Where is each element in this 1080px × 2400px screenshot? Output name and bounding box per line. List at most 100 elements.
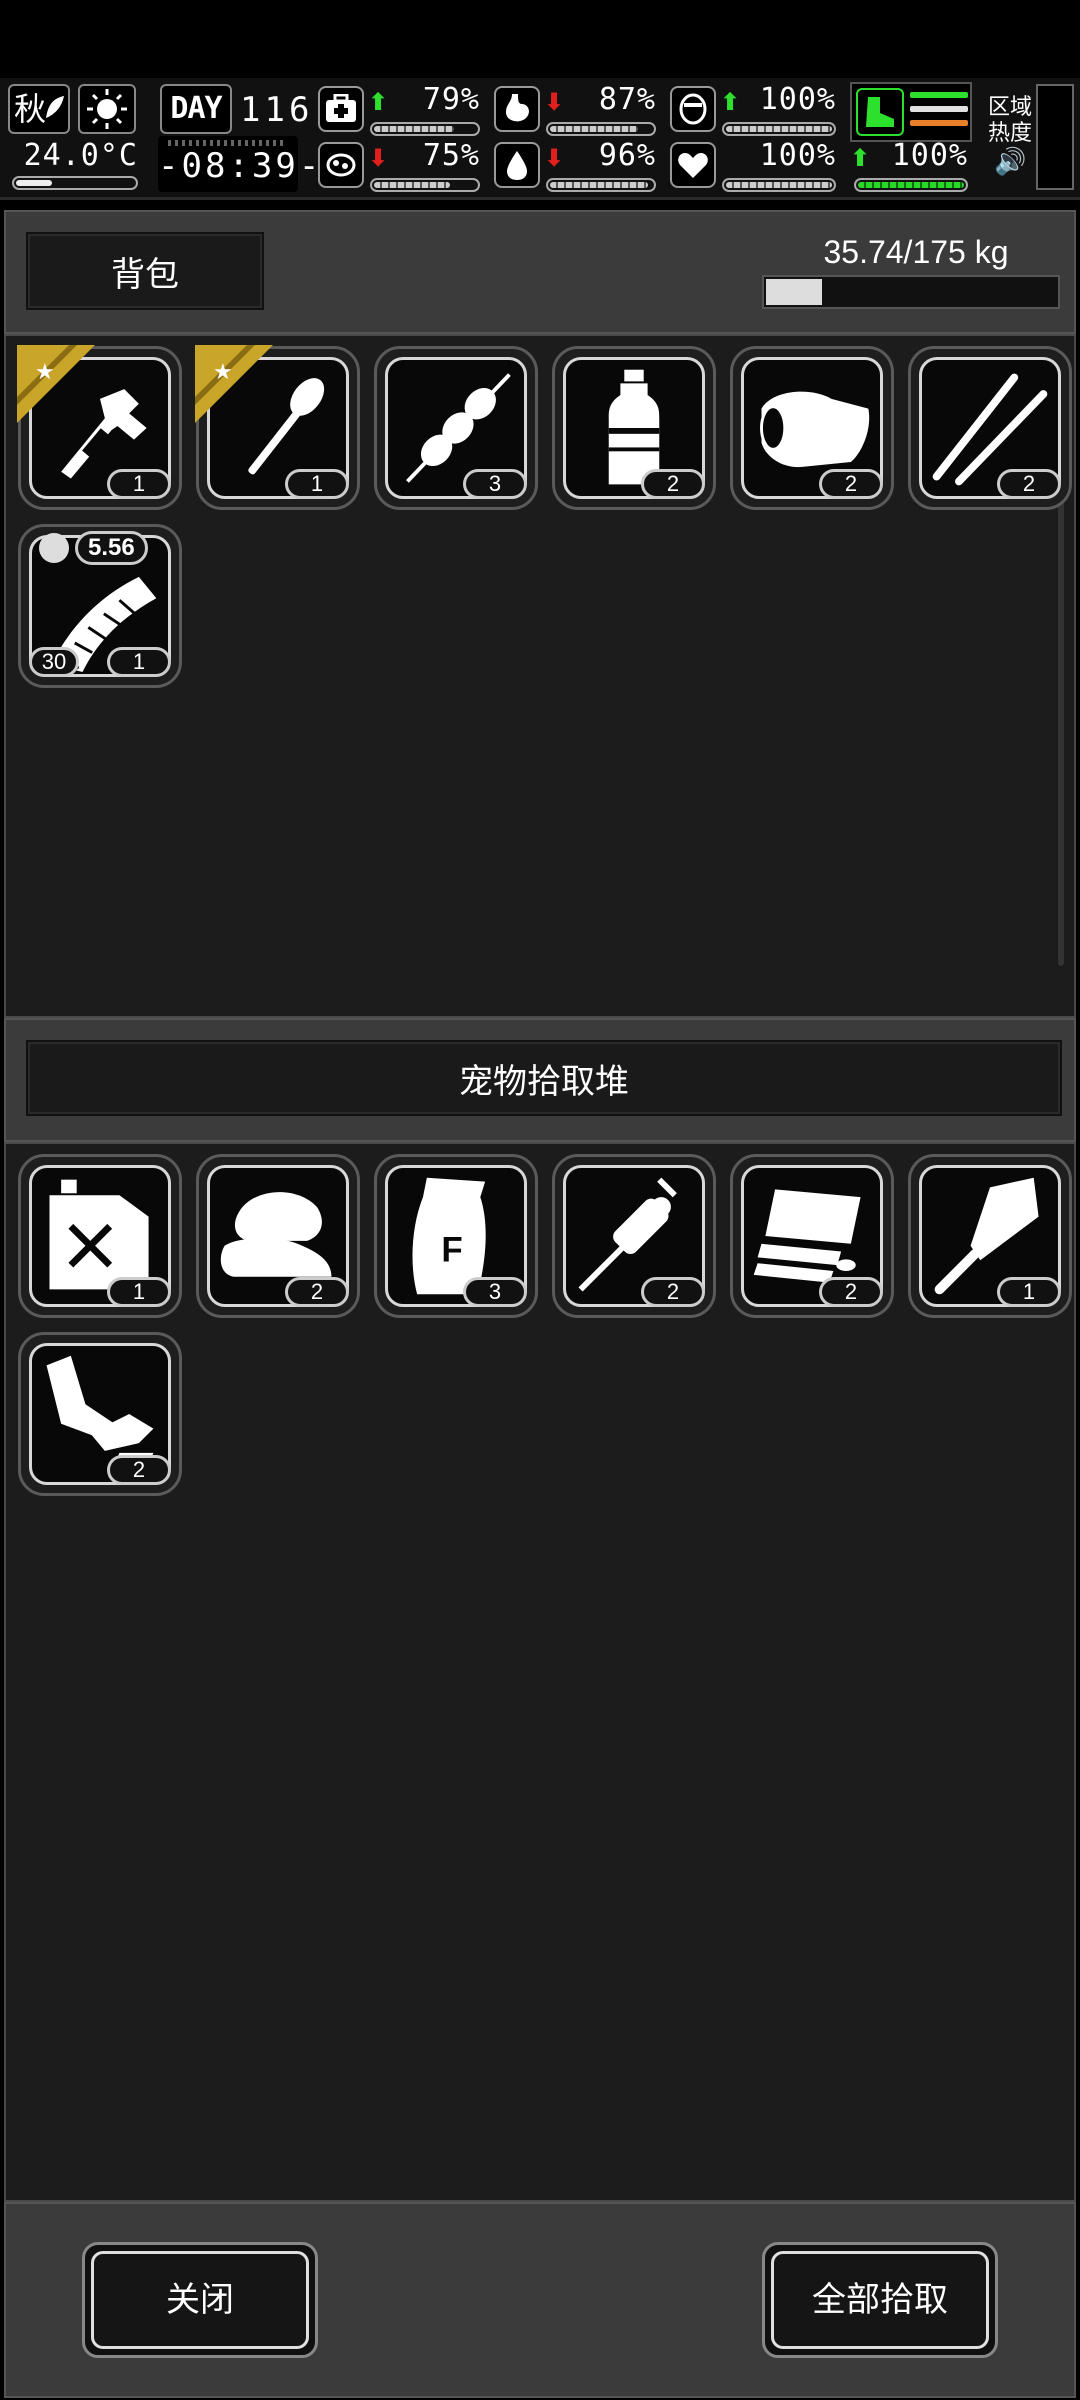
backpack-slot[interactable]: ★ 1 [17,345,182,510]
stat-immunity: ⬇ 75% [318,138,484,194]
backpack-slot[interactable]: 2 [908,346,1072,510]
speaker-icon[interactable]: 🔊 [994,146,1026,177]
trend-up-icon: ⬆ [720,89,741,116]
stomach-icon [494,86,540,132]
backpack-slot[interactable]: 2 [730,346,894,510]
item-count: 2 [107,1455,171,1485]
stat-thirst: ⬇ 96% [494,138,660,194]
bullet-icon [39,533,69,563]
svg-text:★: ★ [213,359,233,384]
caliber-label: 5.56 [75,531,148,565]
pet-pickup-grid: 1 2 F 3 2 2 1 2 [4,1142,1076,2202]
stat-mood: 100% [670,138,840,194]
stat-stamina: ⬆ 100% [670,82,840,138]
close-button-label: 关闭 [91,2251,309,2349]
pickup-slot[interactable]: F 3 [374,1154,538,1318]
item-count: 2 [997,469,1061,499]
stat-energy: ⬆ 100% [850,138,972,194]
zone-heat-meter [1036,84,1074,190]
favorite-star-icon: ★ [195,345,273,423]
ammo-count: 30 [29,647,79,677]
item-count: 1 [107,469,171,499]
boot-icon [856,88,904,136]
pickup-slot[interactable]: 2 [196,1154,360,1318]
item-count: 1 [997,1277,1061,1307]
pickup-all-button[interactable]: 全部拾取 [762,2242,998,2358]
item-count: 1 [107,1277,171,1307]
stat-hunger-bar [546,122,656,136]
carry-weight-text: 35.74/175 kg [823,234,1009,270]
carry-weight-bar [762,275,1060,309]
stat-hunger: ⬇ 87% [494,82,660,138]
movement-mode-indicator[interactable] [850,82,972,142]
svg-text:F: F [441,1230,462,1269]
stat-health-bar [370,122,480,136]
weather-indicator [78,84,136,134]
backpack-grid: ★ 1 ★ 1 3 2 2 2 5.56 30 1 [4,334,1076,1018]
temperature-readout: 24.0°C [23,138,138,173]
pet-pickup-header: 宠物拾取堆 [4,1018,1076,1142]
day-counter: 116 [240,90,314,130]
system-status-bar [0,0,1080,78]
leaf-icon [46,96,64,118]
virus-icon [318,142,364,188]
item-count: 1 [107,647,171,677]
item-count: 2 [641,469,705,499]
item-count: 2 [819,469,883,499]
trend-down-icon: ⬇ [544,89,565,116]
stat-mood-value: 100% [759,138,836,173]
stat-thirst-value: 96% [598,138,656,173]
trend-up-icon: ⬆ [850,145,871,172]
backpack-scrollbar[interactable] [1058,446,1064,966]
backpack-title: 背包 [26,232,264,310]
stat-immunity-value: 75% [422,138,480,173]
backpack-slot[interactable]: 2 [552,346,716,510]
stat-stamina-value: 100% [759,82,836,117]
backpack-slot[interactable]: 5.56 30 1 [18,524,182,688]
lungs-icon [670,86,716,132]
stat-health-value: 79% [422,82,480,117]
favorite-star-icon: ★ [17,345,95,423]
sun-icon [87,89,127,129]
item-count: 3 [463,1277,527,1307]
item-count: 2 [819,1277,883,1307]
svg-text:★: ★ [35,359,55,384]
item-count: 1 [285,469,349,499]
trend-down-icon: ⬇ [544,145,565,172]
stat-energy-bar [854,178,968,192]
trend-up-icon: ⬆ [368,89,389,116]
heart-icon [670,142,716,188]
pickup-slot[interactable]: 2 [18,1332,182,1496]
pickup-slot[interactable]: 1 [18,1154,182,1318]
stat-hunger-value: 87% [598,82,656,117]
item-count: 2 [641,1277,705,1307]
backpack-slot[interactable]: ★ 1 [195,345,360,510]
season-indicator: 秋 [8,84,70,134]
game-clock: -08:39- [158,136,323,192]
clock-time: -08:39- [158,146,323,186]
stat-health: ⬆ 79% [318,82,484,138]
day-label: DAY [160,84,232,134]
season-label: 秋 [14,90,47,128]
pickup-slot[interactable]: 2 [552,1154,716,1318]
caliber-tag: 5.56 [25,529,155,569]
pickup-slot[interactable]: 1 [908,1154,1072,1318]
stat-immunity-bar [370,178,480,192]
stat-mood-bar [722,178,836,192]
item-count: 3 [463,469,527,499]
item-count: 2 [285,1277,349,1307]
close-button[interactable]: 关闭 [82,2242,318,2358]
medkit-icon [318,86,364,132]
pickup-all-button-label: 全部拾取 [771,2251,989,2349]
thermometer-bar [12,176,138,190]
water-drop-icon [494,142,540,188]
backpack-slot[interactable]: 3 [374,346,538,510]
pet-pickup-title: 宠物拾取堆 [26,1040,1062,1116]
speed-lines [910,92,968,134]
stat-energy-value: 100% [891,138,968,173]
trend-down-icon: ⬇ [368,145,389,172]
backpack-header: 背包 35.74/175 kg [4,210,1076,334]
stat-stamina-bar [722,122,836,136]
zone-heat-label: 区域热度 [988,94,1033,145]
pickup-slot[interactable]: 2 [730,1154,894,1318]
